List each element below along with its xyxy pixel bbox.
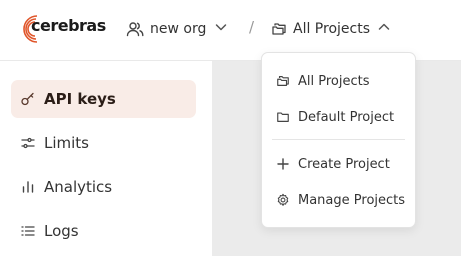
menu-divider [272,139,405,140]
menu-item-label: All Projects [298,73,370,89]
breadcrumb-separator: / [249,18,255,36]
chevron-down-icon[interactable] [214,20,228,34]
project-dropdown-menu: All Projects Default Project Create Proj… [261,52,416,228]
bar-chart-icon [20,179,36,195]
sidebar-item-api-keys[interactable]: API keys [11,80,196,118]
users-icon [126,22,144,37]
menu-item-label: Manage Projects [298,192,406,208]
sidebar-item-logs[interactable]: Logs [11,212,196,250]
org-switcher[interactable]: new org [126,18,206,40]
sidebar-item-analytics[interactable]: Analytics [11,168,196,206]
folder-icon [276,110,290,124]
menu-item-label: Create Project [298,156,390,172]
sidebar-item-label: Logs [44,222,79,240]
brand-name: cerebras [31,16,106,35]
project-label: All Projects [293,21,370,37]
list-icon [20,223,36,239]
chevron-up-icon[interactable] [377,20,391,34]
sidebar-item-label: API keys [44,90,116,108]
sliders-icon [20,135,36,151]
key-icon [20,91,36,107]
plus-icon [276,157,290,171]
menu-item-default-project[interactable]: Default Project [262,103,415,131]
org-label: new org [150,21,207,37]
sidebar-item-label: Limits [44,134,89,152]
menu-item-create-project[interactable]: Create Project [262,150,415,178]
sidebar: API keys Limits Analytics Logs [0,61,212,256]
menu-item-label: Default Project [298,109,395,125]
sidebar-item-limits[interactable]: Limits [11,124,196,162]
folders-icon [276,74,290,88]
project-switcher[interactable]: All Projects [271,18,370,40]
sidebar-item-label: Analytics [44,178,113,196]
folders-icon [272,23,286,35]
gear-icon [276,193,290,207]
menu-item-all-projects[interactable]: All Projects [262,67,415,95]
menu-item-manage-projects[interactable]: Manage Projects [262,186,415,214]
